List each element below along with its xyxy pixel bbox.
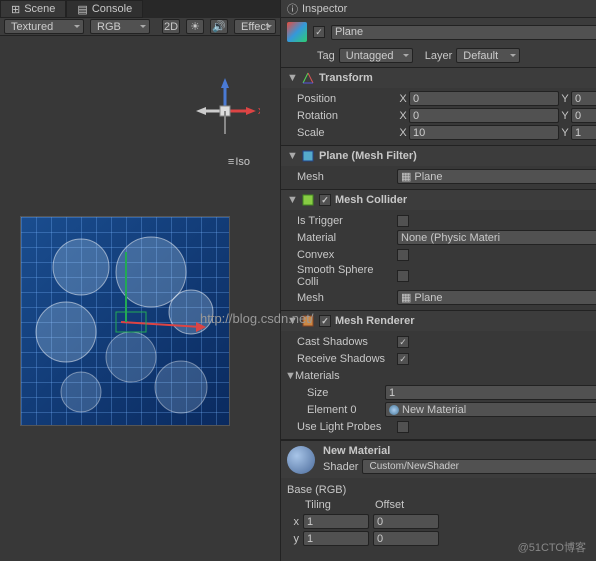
meshrenderer-enable[interactable] [319, 315, 331, 327]
tiling-y[interactable] [303, 531, 369, 546]
scene-icon: ⊞ [11, 3, 20, 16]
watermark: http://blog.csdn.net/ [200, 311, 313, 326]
audio-toggle[interactable]: 🔊 [210, 19, 228, 34]
tiling-x[interactable] [303, 514, 369, 529]
meshcollider-foldout[interactable]: ▼ [287, 194, 297, 206]
meshfilter-foldout[interactable]: ▼ [287, 150, 297, 162]
position-x[interactable] [409, 91, 559, 106]
offset-x[interactable] [373, 514, 439, 529]
active-checkbox[interactable] [313, 26, 325, 38]
projection-label[interactable]: ≡ Iso [228, 156, 250, 168]
cast-shadows-checkbox[interactable] [397, 336, 409, 348]
2d-toggle[interactable]: 2D [162, 19, 180, 34]
watermark2: @51CTO博客 [518, 539, 586, 555]
is-trigger-checkbox[interactable] [397, 215, 409, 227]
effects-dropdown[interactable]: Effect [234, 19, 276, 34]
svg-text:x: x [258, 105, 260, 117]
materials-foldout[interactable]: ▼ [285, 370, 295, 382]
material-name: New Material [323, 445, 596, 457]
tab-console[interactable]: ▤Console [66, 0, 143, 18]
offset-y[interactable] [373, 531, 439, 546]
meshfilter-icon [301, 149, 315, 163]
mesh-field[interactable]: ▦Plane [397, 169, 596, 184]
svg-text:z: z [222, 76, 228, 79]
smooth-checkbox[interactable] [397, 270, 409, 282]
layer-dropdown[interactable]: Default [456, 48, 520, 63]
shading-dropdown[interactable]: Textured [4, 19, 84, 34]
materials-size[interactable] [385, 385, 596, 400]
material-element0[interactable]: New Material [385, 402, 596, 417]
mesh-icon: ▦ [401, 170, 411, 183]
scene-preview[interactable] [20, 216, 230, 426]
rotation-x[interactable] [409, 108, 559, 123]
material-icon [389, 405, 399, 415]
lighting-toggle[interactable]: ☀ [186, 19, 204, 34]
base-rgb-label: Base (RGB) [287, 484, 596, 496]
meshcollider-icon [301, 193, 315, 207]
render-mode-dropdown[interactable]: RGB [90, 19, 150, 34]
light-probes-checkbox[interactable] [397, 421, 409, 433]
physic-material-field[interactable]: None (Physic Materi [397, 230, 596, 245]
meshcollider-enable[interactable] [319, 194, 331, 206]
scene-viewport[interactable]: z x ≡ Iso [0, 36, 280, 561]
transform-icon [301, 71, 315, 85]
inspector-icon: ⓘ [287, 1, 298, 17]
gameobject-icon[interactable] [287, 22, 307, 42]
tag-dropdown[interactable]: Untagged [339, 48, 413, 63]
orientation-gizmo[interactable]: z x [190, 76, 260, 146]
convex-checkbox[interactable] [397, 249, 409, 261]
position-y[interactable] [571, 91, 596, 106]
mesh-icon: ▦ [401, 291, 411, 304]
collider-mesh-field[interactable]: ▦Plane [397, 290, 596, 305]
material-preview-sphere[interactable] [287, 446, 315, 474]
scale-x[interactable] [409, 125, 559, 140]
console-icon: ▤ [77, 3, 87, 16]
transform-foldout[interactable]: ▼ [287, 72, 297, 84]
shader-dropdown[interactable]: Custom/NewShader [362, 459, 596, 474]
object-name-field[interactable] [331, 25, 596, 40]
tab-scene[interactable]: ⊞Scene [0, 0, 66, 18]
inspector-title: Inspector [302, 3, 347, 15]
rotation-y[interactable] [571, 108, 596, 123]
scale-y[interactable] [571, 125, 596, 140]
receive-shadows-checkbox[interactable] [397, 353, 409, 365]
